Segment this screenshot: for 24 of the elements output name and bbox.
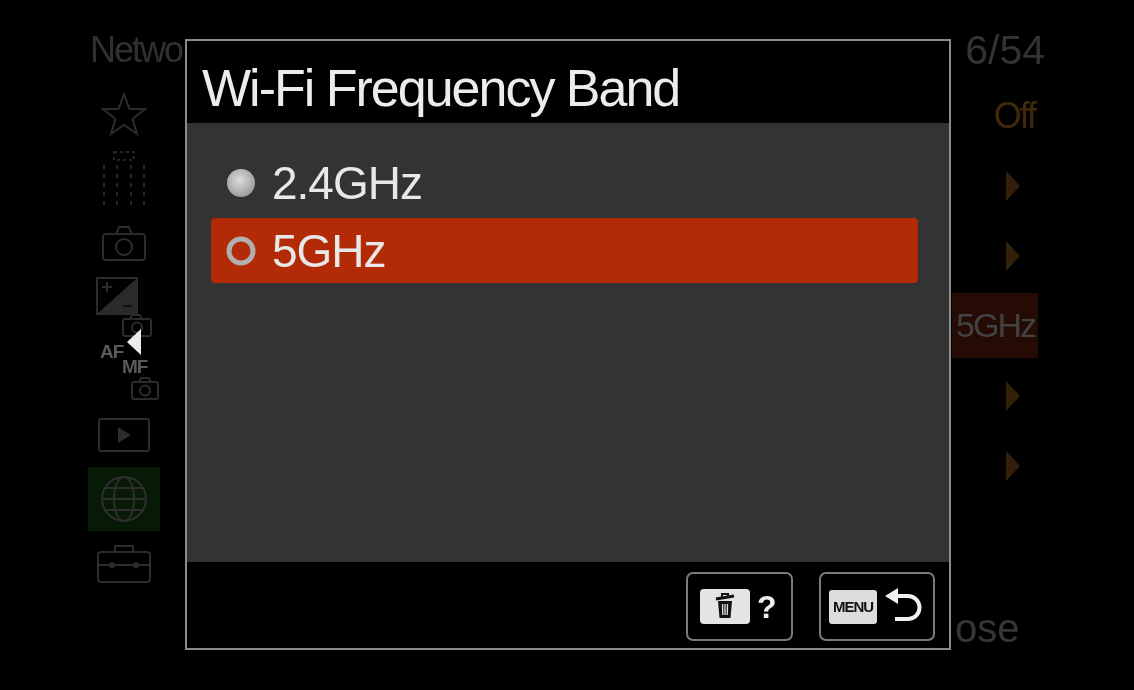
right-arrow-icon [1006, 170, 1020, 201]
menu-key: MENU [829, 589, 877, 624]
option-item[interactable]: 5GHz [211, 218, 918, 283]
toolbox-icon [97, 543, 151, 583]
back-button[interactable]: MENU [819, 572, 935, 641]
star-icon [100, 92, 148, 138]
help-button[interactable]: ? [686, 572, 793, 641]
right-arrow-icon [1006, 450, 1020, 481]
mf-label: MF [122, 358, 148, 376]
right-arrow-icon [1006, 240, 1020, 271]
trash-icon [700, 589, 750, 624]
camera-icon [131, 376, 159, 400]
globe-icon [100, 475, 148, 523]
left-arrow-icon [127, 329, 141, 355]
af-label: AF [100, 343, 124, 361]
radio-icon [226, 167, 256, 198]
right-arrow-icon [1006, 380, 1020, 411]
radio-icon [226, 235, 256, 266]
play-icon [98, 418, 150, 452]
menu-tab[interactable] [88, 467, 160, 531]
exposure-camera-icon [96, 277, 152, 337]
camera-icon [102, 225, 146, 261]
menu-tab[interactable]: AF MF [88, 339, 160, 403]
option-item[interactable]: 2.4GHz [211, 150, 918, 215]
